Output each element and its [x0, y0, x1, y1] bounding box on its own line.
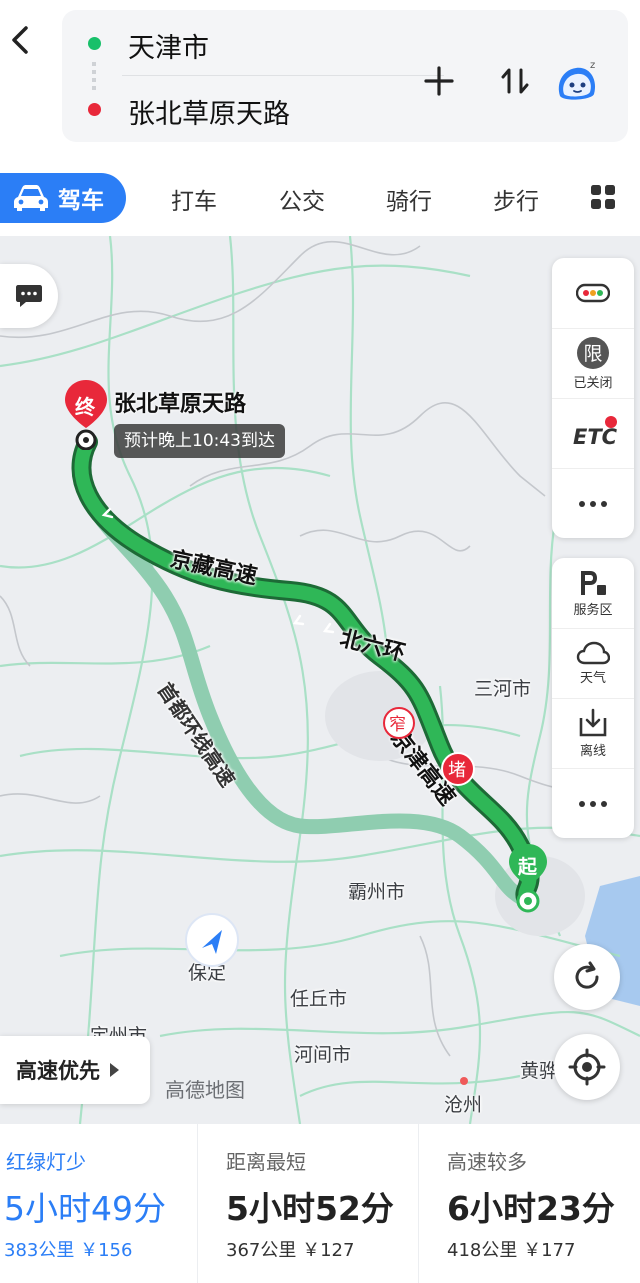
- swap-icon: [501, 68, 529, 94]
- tab-drive-label: 驾车: [58, 188, 104, 214]
- route-option-time: 5小时49分: [4, 1189, 166, 1228]
- route-option-card[interactable]: 高速较多 6小时23分 418公里 ￥177: [418, 1124, 640, 1283]
- add-waypoint-button[interactable]: [414, 56, 464, 106]
- place-label: 任丘市: [290, 988, 348, 1010]
- transport-mode-tabs: 驾车 打车 公交 骑行 步行: [0, 160, 640, 236]
- tab-transit[interactable]: 公交: [279, 182, 325, 216]
- refresh-route-button[interactable]: [554, 944, 620, 1010]
- assistant-bot-icon: z: [558, 60, 595, 100]
- destination-name-label: 张北草原天路: [114, 392, 247, 417]
- route-endpoints-card: 天津市 张北草原天路 z: [62, 10, 628, 142]
- locate-crosshair-icon: [568, 1048, 606, 1086]
- map-view[interactable]: 京藏高速 北六环 京津高速 首都环线高速 窄 堵 三河市 霸州市 保定 任丘市 …: [0, 236, 640, 1124]
- more-icon: [579, 800, 607, 807]
- more-modes-grid-icon[interactable]: [590, 184, 616, 210]
- refresh-icon: [575, 961, 599, 989]
- offline-map-button[interactable]: 离线: [552, 698, 634, 768]
- narrow-road-badge-label: 窄: [389, 715, 406, 735]
- map-layer-panel: 限 已关闭 ETC: [552, 258, 634, 538]
- tab-ride[interactable]: 骑行: [386, 182, 432, 216]
- plus-icon: [424, 66, 454, 96]
- route-option-meta: 418公里 ￥177: [447, 1236, 575, 1262]
- traffic-toggle-button[interactable]: [552, 258, 634, 328]
- route-option-name: 高速较多: [447, 1150, 527, 1174]
- origin-dot-icon: [88, 37, 101, 50]
- destination-dot-icon: [88, 103, 101, 116]
- voice-assistant-button[interactable]: z: [552, 56, 602, 106]
- route-preference-button[interactable]: 高速优先: [0, 1036, 150, 1104]
- eta-label: 预计晚上10:43到达: [114, 424, 285, 458]
- service-area-label: 服务区: [573, 602, 613, 618]
- place-label: 霸州市: [348, 881, 406, 903]
- route-option-card[interactable]: 距离最短 5小时52分 367公里 ￥127: [197, 1124, 418, 1283]
- route-option-time: 6小时23分: [447, 1189, 615, 1228]
- offline-label: 离线: [579, 744, 606, 759]
- restriction-button[interactable]: 限 已关闭: [552, 328, 634, 398]
- place-label: 三河市: [474, 678, 532, 700]
- svg-text:ETC: ETC: [573, 425, 617, 449]
- route-preference-label: 高速优先: [16, 1059, 100, 1083]
- route-option-toll: ￥127: [302, 1240, 355, 1261]
- divider: [122, 75, 444, 76]
- svg-text:z: z: [590, 60, 595, 71]
- start-pin-label: 起: [518, 856, 538, 878]
- chat-bubble-icon: [16, 285, 42, 307]
- tab-drive[interactable]: 驾车: [0, 173, 126, 223]
- etc-button[interactable]: ETC: [552, 398, 634, 468]
- map-tools-panel: 服务区 天气 离线: [552, 558, 634, 838]
- destination-pin-label: 终: [75, 395, 95, 419]
- car-icon: [14, 185, 48, 211]
- route-option-distance: 418公里: [447, 1240, 518, 1261]
- place-label: 沧州: [444, 1094, 483, 1116]
- chevron-left-icon: [12, 26, 28, 54]
- route-option-distance: 383公里: [4, 1240, 75, 1261]
- weather-button[interactable]: 天气: [552, 628, 634, 698]
- traffic-light-icon: [576, 283, 610, 303]
- svg-text:限: 限: [583, 343, 602, 365]
- caret-right-icon: [110, 1063, 119, 1077]
- route-option-meta: 383公里 ￥156: [4, 1236, 132, 1262]
- route-option-meta: 367公里 ￥127: [226, 1236, 354, 1262]
- offline-download-icon: [579, 708, 607, 737]
- route-connector: [92, 62, 96, 92]
- more-tools-button[interactable]: [552, 768, 634, 838]
- map-watermark: 高德地图: [165, 1078, 245, 1102]
- tab-walk[interactable]: 步行: [493, 182, 539, 216]
- back-button[interactable]: [4, 20, 44, 60]
- current-location-icon: [185, 913, 239, 967]
- service-area-icon: [581, 570, 606, 595]
- etc-icon: ETC: [573, 415, 617, 449]
- route-option-toll: ￥177: [523, 1240, 576, 1261]
- restriction-icon: 限: [577, 337, 609, 369]
- destination-input[interactable]: 张北草原天路: [128, 92, 290, 131]
- route-options: 红绿灯少 5小时49分 383公里 ￥156 距离最短 5小时52分 367公里…: [0, 1124, 640, 1283]
- more-icon: [579, 500, 607, 507]
- route-option-toll: ￥156: [80, 1240, 133, 1261]
- route-option-card[interactable]: 红绿灯少 5小时49分 383公里 ￥156: [0, 1124, 197, 1283]
- route-option-name: 距离最短: [226, 1150, 306, 1174]
- route-option-time: 5小时52分: [226, 1189, 394, 1228]
- route-header: 天津市 张北草原天路 z: [0, 0, 640, 160]
- route-option-distance: 367公里: [226, 1240, 297, 1261]
- place-label: 河间市: [294, 1044, 352, 1066]
- locate-me-button[interactable]: [554, 1034, 620, 1100]
- restriction-label: 已关闭: [573, 376, 613, 391]
- tab-taxi[interactable]: 打车: [171, 182, 217, 216]
- route-option-name: 红绿灯少: [6, 1150, 86, 1174]
- more-layers-button[interactable]: [552, 468, 634, 538]
- service-area-button[interactable]: 服务区: [552, 558, 634, 628]
- origin-input[interactable]: 天津市: [128, 26, 209, 65]
- weather-icon: [576, 641, 610, 665]
- swap-route-button[interactable]: [490, 56, 540, 106]
- place-label: 黄骅: [520, 1060, 559, 1082]
- weather-label: 天气: [579, 671, 606, 686]
- traffic-jam-badge-label: 堵: [448, 760, 466, 781]
